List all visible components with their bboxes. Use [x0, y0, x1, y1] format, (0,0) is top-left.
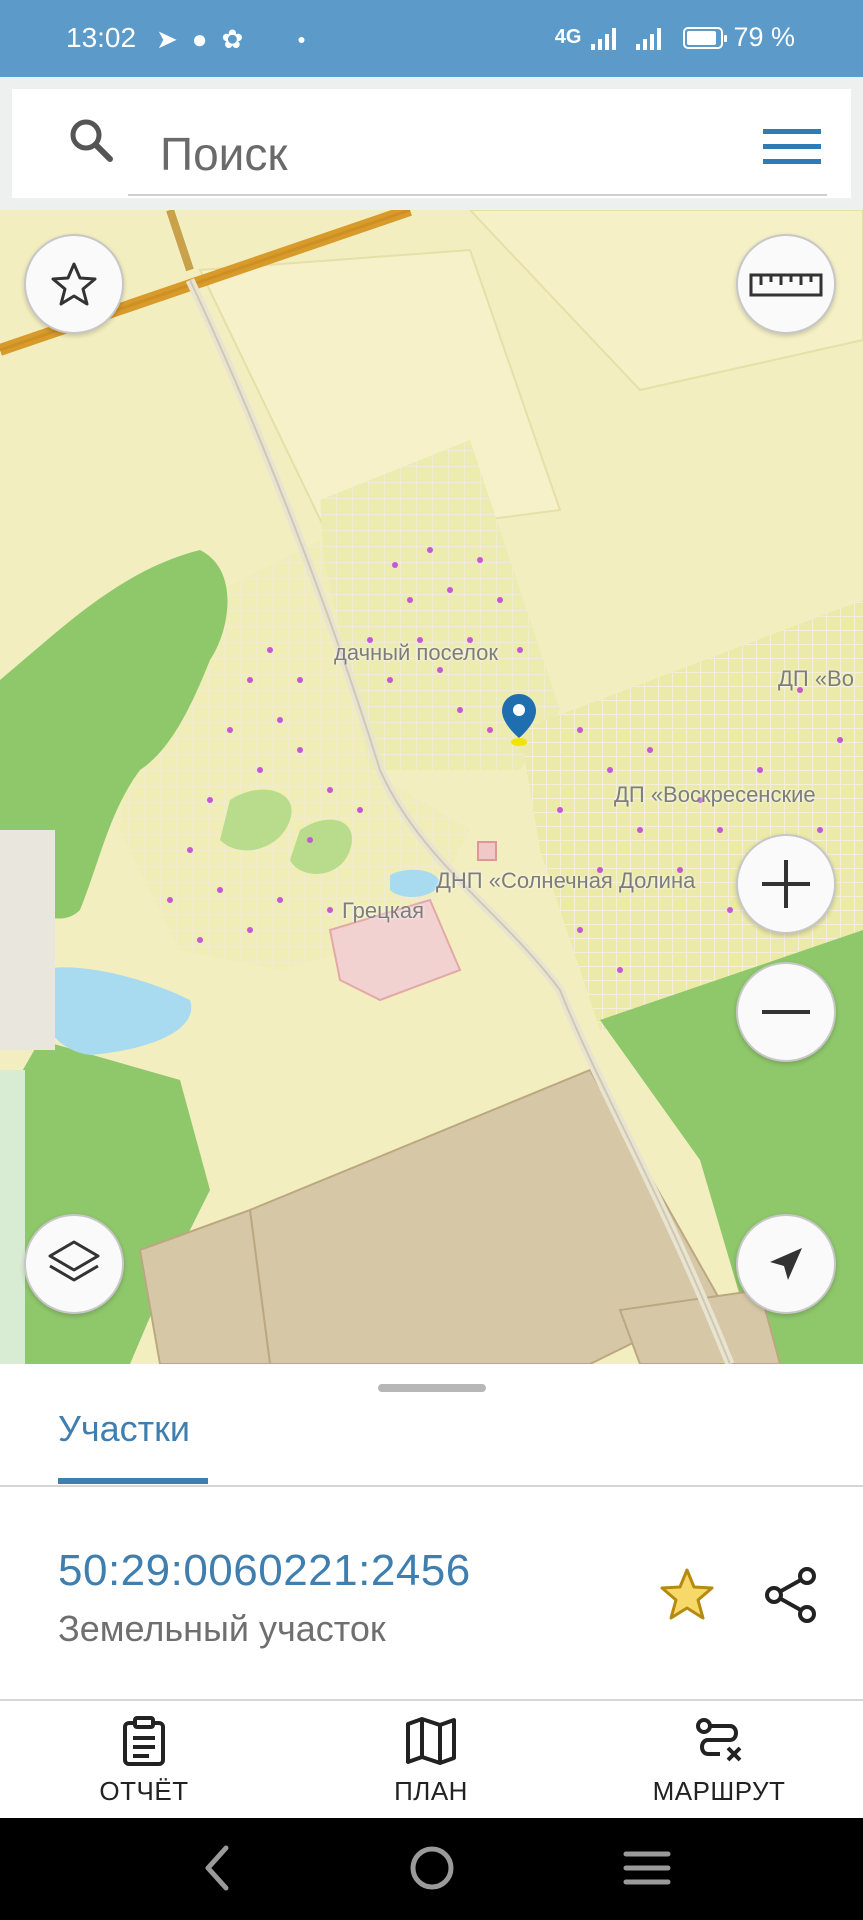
plus-icon [762, 860, 810, 908]
map-label-dp-voskresenskie: ДП «Воскресенские [614, 782, 816, 807]
minus-icon [762, 1010, 810, 1014]
parcel-cadastral-number[interactable]: 50:29:0060221:2456 [58, 1546, 471, 1596]
navigation-arrow-icon [770, 1248, 802, 1280]
search-bar: Поиск [12, 89, 851, 198]
parcel-type: Земельный участок [58, 1608, 386, 1649]
plan-button[interactable]: ПЛАН [321, 1716, 541, 1816]
battery-icon [683, 26, 728, 49]
status-bar: 13:02 ➤ ● ✿ ● 4G 79 % [0, 0, 863, 77]
location-pin-icon[interactable] [500, 692, 538, 746]
share-icon[interactable] [760, 1564, 822, 1626]
star-icon[interactable] [656, 1564, 718, 1626]
search-input[interactable]: Поиск [160, 127, 287, 181]
map-label-dnp-solnechnaya: ДНП «Солнечная Долина [436, 868, 696, 893]
speed-icon: ● [191, 24, 208, 54]
map-label-gretskaya: Грецкая [342, 898, 425, 923]
back-icon[interactable] [205, 1845, 229, 1891]
zoom-out-button[interactable] [736, 962, 836, 1062]
dot-icon: ● [297, 31, 306, 47]
signal-icon [636, 26, 662, 50]
favorites-button[interactable] [24, 234, 124, 334]
layers-button[interactable] [24, 1214, 124, 1314]
map-view[interactable]: дачный поселок ДП «Во ДП «Воскресенские … [0, 210, 863, 1364]
search-underline [128, 194, 827, 196]
route-label: МАРШРУТ [652, 1776, 786, 1806]
report-label: ОТЧЁТ [99, 1776, 189, 1806]
tab-parcels[interactable]: Участки [58, 1408, 190, 1450]
plan-label: ПЛАН [394, 1776, 468, 1806]
map-label-dacha: дачный поселок [334, 640, 499, 665]
ruler-icon [749, 273, 823, 297]
clipboard-icon [123, 1716, 165, 1766]
map-label-dp-vo: ДП «Во [778, 666, 854, 691]
tab-divider [0, 1485, 863, 1487]
route-button[interactable]: МАРШРУТ [609, 1716, 829, 1816]
recents-icon[interactable] [623, 1851, 671, 1885]
system-nav-bar [0, 1818, 863, 1920]
menu-icon[interactable] [763, 127, 821, 167]
status-time: 13:02 [66, 22, 137, 53]
route-icon [696, 1718, 742, 1762]
layers-icon [48, 1240, 100, 1282]
report-button[interactable]: ОТЧЁТ [34, 1716, 254, 1816]
battery-percent: 79 % [733, 22, 795, 52]
search-icon[interactable] [66, 115, 116, 165]
network-type: 4G [554, 26, 582, 48]
sheet-drag-handle[interactable] [378, 1384, 486, 1392]
ruler-button[interactable] [736, 234, 836, 334]
sheet-divider [0, 1699, 863, 1701]
app-icon: ✿ [221, 24, 244, 54]
telegram-icon: ➤ [156, 24, 178, 54]
my-location-button[interactable] [736, 1214, 836, 1314]
home-icon[interactable] [410, 1846, 454, 1890]
parcel-info-sheet: Участки 50:29:0060221:2456 Земельный уча… [0, 1364, 863, 1818]
zoom-in-button[interactable] [736, 834, 836, 934]
map-icon [406, 1717, 456, 1765]
signal-icon [591, 26, 617, 50]
status-notification-icons: ➤ ● ✿ ● [156, 24, 306, 54]
tab-indicator [58, 1478, 208, 1484]
star-outline-icon [51, 262, 97, 306]
search-area: Поиск [0, 77, 863, 210]
